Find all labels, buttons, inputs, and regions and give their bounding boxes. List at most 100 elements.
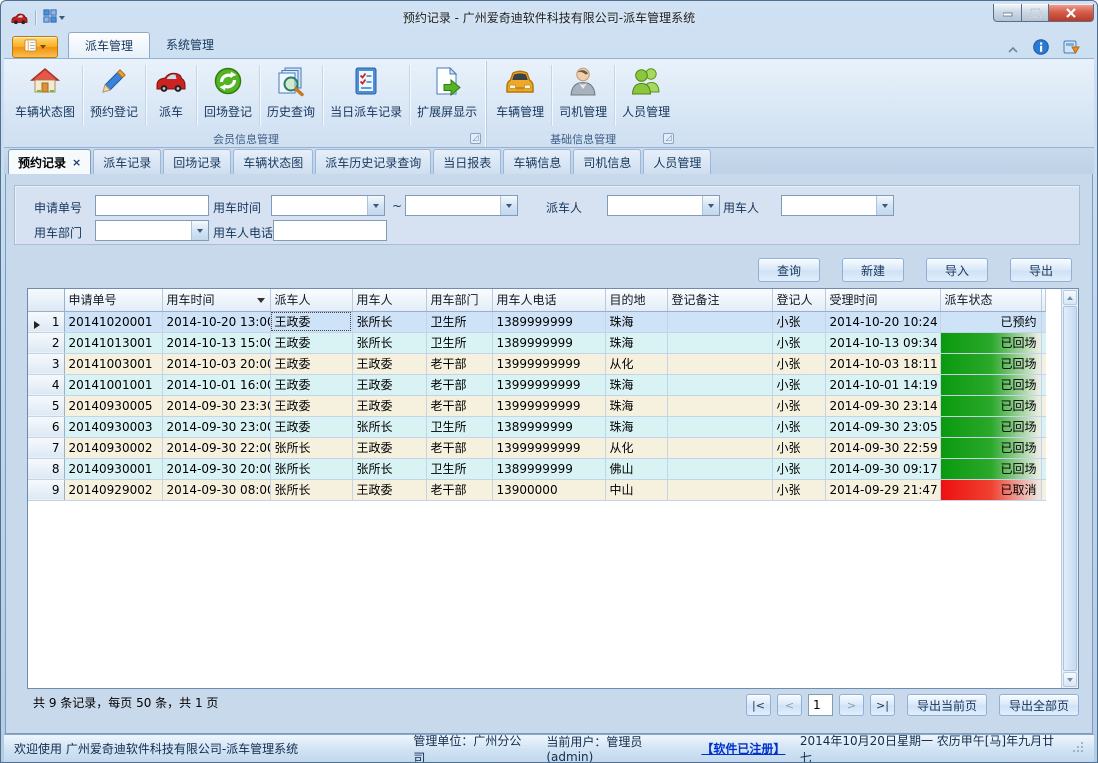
cell-destination[interactable]: 珠海 xyxy=(605,332,667,353)
doc-tab[interactable]: 人员管理 xyxy=(643,149,711,174)
cell-accept-time[interactable]: 2014-09-30 23:14 xyxy=(825,395,940,416)
cell-dept[interactable]: 卫生所 xyxy=(426,311,492,332)
cell-dispatch-status[interactable]: 已回场 xyxy=(940,437,1041,458)
cell-use-time[interactable]: 2014-09-30 23:30 xyxy=(162,395,270,416)
cell-remark[interactable] xyxy=(667,332,772,353)
cell-dispatcher[interactable]: 王政委 xyxy=(270,311,352,332)
column-header[interactable]: 用车时间 xyxy=(162,289,270,311)
row-indicator-header[interactable] xyxy=(28,289,64,311)
ribbon-button[interactable]: 车辆状态图 xyxy=(8,61,82,130)
row-indicator-cell[interactable]: 7 xyxy=(28,437,64,458)
cell-accept-time[interactable]: 2014-09-30 22:59 xyxy=(825,437,940,458)
prev-page-button[interactable]: < xyxy=(777,694,802,716)
cell-remark[interactable] xyxy=(667,374,772,395)
table-row[interactable]: 1201410200012014-10-20 13:00王政委张所长卫生所138… xyxy=(28,311,1046,332)
next-page-button[interactable]: > xyxy=(839,694,864,716)
cell-destination[interactable]: 珠海 xyxy=(605,311,667,332)
table-row[interactable]: 2201410130012014-10-13 15:00王政委张所长卫生所138… xyxy=(28,332,1046,353)
use-time-to-combo[interactable] xyxy=(405,195,518,216)
dept-combo[interactable] xyxy=(95,220,209,241)
column-header[interactable]: 申请单号 xyxy=(64,289,162,311)
cell-accept-time[interactable]: 2014-10-01 14:19 xyxy=(825,374,940,395)
cell-use-time[interactable]: 2014-10-01 16:00 xyxy=(162,374,270,395)
ribbon-button[interactable]: 历史查询 xyxy=(260,61,322,130)
cell-dept[interactable]: 卫生所 xyxy=(426,458,492,479)
ribbon-button[interactable]: 当日派车记录 xyxy=(323,61,409,130)
order-no-input[interactable] xyxy=(95,195,209,216)
column-header[interactable]: 派车状态 xyxy=(940,289,1041,311)
page-number-input[interactable] xyxy=(808,694,833,716)
cell-registrar[interactable]: 小张 xyxy=(772,374,825,395)
scroll-up-icon[interactable] xyxy=(1063,290,1077,305)
cell-order-no[interactable]: 20141001001 xyxy=(64,374,162,395)
cell-order-no[interactable]: 20141013001 xyxy=(64,332,162,353)
first-page-button[interactable]: |< xyxy=(746,694,771,716)
cell-accept-time[interactable]: 2014-09-30 23:05 xyxy=(825,416,940,437)
cell-dispatcher[interactable]: 王政委 xyxy=(270,374,352,395)
cell-destination[interactable]: 从化 xyxy=(605,353,667,374)
ribbon-button[interactable]: 司机管理 xyxy=(552,61,614,130)
cell-destination[interactable]: 珠海 xyxy=(605,374,667,395)
app-car-icon[interactable] xyxy=(10,10,28,26)
cell-dispatch-status[interactable]: 已取消 xyxy=(940,479,1041,500)
cell-accept-time[interactable]: 2014-10-03 18:11 xyxy=(825,353,940,374)
cell-dispatch-status[interactable]: 已回场 xyxy=(940,458,1041,479)
cell-passenger[interactable]: 张所长 xyxy=(352,458,426,479)
ribbon-button[interactable]: 回场登记 xyxy=(197,61,259,130)
cell-phone[interactable]: 13999999999 xyxy=(492,437,605,458)
row-indicator-cell[interactable]: 1 xyxy=(28,311,64,332)
ribbon-tab-inactive[interactable]: 系统管理 xyxy=(150,32,230,58)
cell-dept[interactable]: 老干部 xyxy=(426,353,492,374)
cell-dispatcher[interactable]: 张所长 xyxy=(270,458,352,479)
table-row[interactable]: 5201409300052014-09-30 23:30王政委王政委老干部139… xyxy=(28,395,1046,416)
cell-passenger[interactable]: 王政委 xyxy=(352,395,426,416)
doc-tab[interactable]: 车辆信息 xyxy=(503,149,571,174)
cell-accept-time[interactable]: 2014-09-29 21:47 xyxy=(825,479,940,500)
cell-use-time[interactable]: 2014-10-03 20:00 xyxy=(162,353,270,374)
cell-destination[interactable]: 珠海 xyxy=(605,395,667,416)
action-button[interactable]: 导出 xyxy=(1010,258,1072,282)
cell-remark[interactable] xyxy=(667,479,772,500)
cell-phone[interactable]: 1389999999 xyxy=(492,332,605,353)
row-indicator-cell[interactable]: 4 xyxy=(28,374,64,395)
cell-phone[interactable]: 13999999999 xyxy=(492,395,605,416)
doc-tab[interactable]: 司机信息 xyxy=(573,149,641,174)
cell-use-time[interactable]: 2014-09-30 20:00 xyxy=(162,458,270,479)
layout-grid-icon[interactable] xyxy=(43,9,65,26)
cell-registrar[interactable]: 小张 xyxy=(772,416,825,437)
row-indicator-cell[interactable]: 2 xyxy=(28,332,64,353)
action-button[interactable]: 新建 xyxy=(842,258,904,282)
ribbon-button[interactable]: 人员管理 xyxy=(615,61,677,130)
cell-passenger[interactable]: 张所长 xyxy=(352,311,426,332)
cell-destination[interactable]: 从化 xyxy=(605,437,667,458)
cell-registrar[interactable]: 小张 xyxy=(772,395,825,416)
close-button[interactable] xyxy=(1049,4,1094,22)
cell-passenger[interactable]: 张所长 xyxy=(352,416,426,437)
action-button[interactable]: 查询 xyxy=(758,258,820,282)
doc-tab[interactable]: 派车记录 xyxy=(93,149,161,174)
cell-dispatcher[interactable]: 王政委 xyxy=(270,353,352,374)
cell-remark[interactable] xyxy=(667,395,772,416)
maximize-button[interactable] xyxy=(1022,4,1049,22)
cell-dept[interactable]: 卫生所 xyxy=(426,332,492,353)
cell-phone[interactable]: 13900000 xyxy=(492,479,605,500)
cell-dispatcher[interactable]: 张所长 xyxy=(270,437,352,458)
cell-destination[interactable]: 中山 xyxy=(605,479,667,500)
collapse-ribbon-icon[interactable] xyxy=(1007,42,1019,56)
doc-tab[interactable]: 当日报表 xyxy=(433,149,501,174)
cell-use-time[interactable]: 2014-09-30 23:00 xyxy=(162,416,270,437)
cell-registrar[interactable]: 小张 xyxy=(772,437,825,458)
phone-input[interactable] xyxy=(273,220,387,241)
scroll-down-icon[interactable] xyxy=(1063,672,1077,687)
cell-passenger[interactable]: 王政委 xyxy=(352,374,426,395)
cell-dept[interactable]: 老干部 xyxy=(426,374,492,395)
dialog-launcher-icon[interactable]: ◿ xyxy=(663,133,674,144)
ribbon-button[interactable]: 车辆管理 xyxy=(489,61,551,130)
info-icon[interactable] xyxy=(1033,39,1049,58)
cell-order-no[interactable]: 20140930005 xyxy=(64,395,162,416)
cell-use-time[interactable]: 2014-09-30 22:00 xyxy=(162,437,270,458)
cell-dept[interactable]: 老干部 xyxy=(426,479,492,500)
cell-use-time[interactable]: 2014-10-20 13:00 xyxy=(162,311,270,332)
ribbon-button[interactable]: 扩展屏显示 xyxy=(410,61,484,130)
cell-dispatcher[interactable]: 王政委 xyxy=(270,332,352,353)
